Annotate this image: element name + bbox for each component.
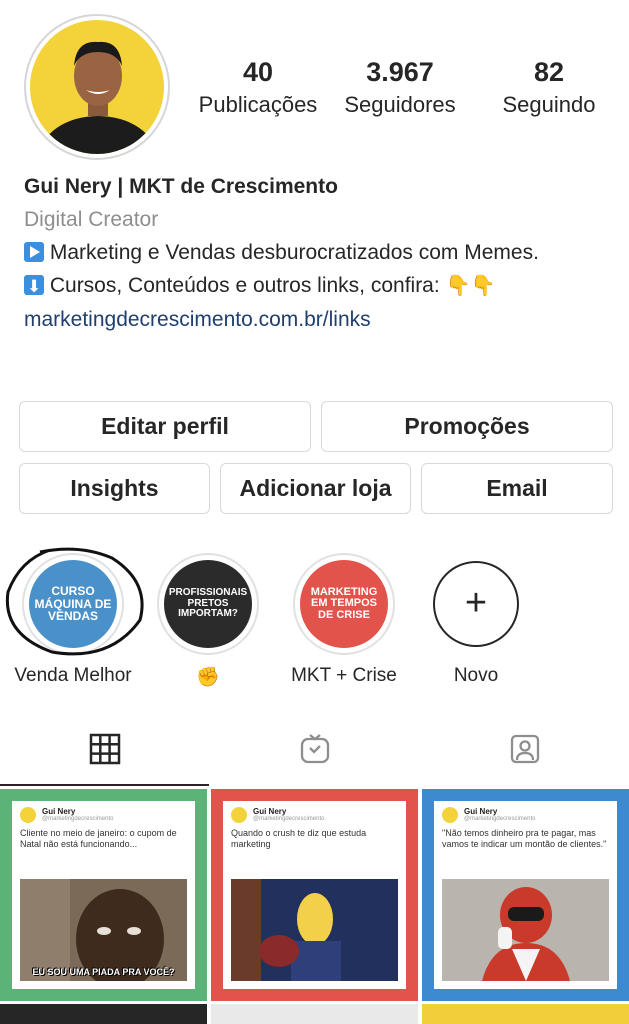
post-thumbnail-partial[interactable] — [422, 1004, 629, 1024]
stat-following-count: 82 — [533, 57, 565, 87]
bio-line-1: Marketing e Vendas desburocratizados com… — [24, 236, 614, 269]
post-thumbnail[interactable]: Gui Nery @marketingdecrescimento Quando … — [211, 789, 418, 1001]
stat-followers[interactable]: 3.967 Seguidores — [326, 56, 474, 120]
highlight-label: ✊ — [196, 667, 220, 688]
profile-avatar[interactable] — [24, 14, 170, 160]
hand-drawn-circle-annotation — [5, 547, 144, 656]
post-handle: @marketingdecrescimento — [253, 816, 325, 822]
person-icon — [40, 41, 156, 154]
profile-link[interactable]: marketingdecrescimento.com.br/links — [24, 303, 614, 336]
profile-stats: 40 Publicações 3.967 Seguidores 82 Segui… — [190, 56, 629, 120]
post-text: "Não temos dinheiro pra te pagar, mas va… — [442, 828, 607, 849]
pointing-down-hand-icon: 👇👇 — [445, 275, 496, 297]
meme-face-image — [20, 879, 187, 981]
insights-button[interactable]: Insights — [19, 463, 210, 514]
post-meme-image — [231, 879, 398, 981]
bio-line-2-text: Cursos, Conteúdos e outros links, confir… — [49, 274, 440, 297]
post-meme-image: EU SOU UMA PIADA PRA VOCÊ? — [20, 879, 187, 981]
highlight-new[interactable]: + Novo — [424, 553, 528, 687]
tab-tagged[interactable] — [420, 712, 629, 786]
post-handle: @marketingdecrescimento — [464, 816, 536, 822]
stat-posts[interactable]: 40 Publicações — [190, 56, 326, 120]
tab-igtv[interactable] — [210, 712, 419, 786]
post-card: Gui Nery @marketingdecrescimento "Não te… — [434, 801, 617, 989]
avatar-image — [30, 20, 164, 154]
edit-profile-button[interactable]: Editar perfil — [19, 401, 311, 452]
post-thumbnail-partial[interactable] — [211, 1004, 418, 1024]
cartoon-image — [231, 879, 398, 981]
stat-following-label: Seguindo — [502, 92, 596, 117]
highlight-label: MKT + Crise — [291, 665, 397, 686]
tab-grid[interactable] — [0, 712, 209, 786]
stat-followers-count: 3.967 — [366, 57, 434, 87]
profile-bio: Gui Nery | MKT de Crescimento Digital Cr… — [24, 170, 614, 336]
stat-followers-label: Seguidores — [344, 92, 456, 117]
highlight-label: Novo — [453, 665, 499, 686]
highlight-mkt-crise[interactable]: MARKETING EM TEMPOS DE CRISE MKT + Crise — [282, 553, 406, 687]
highlight-cover: MARKETING EM TEMPOS DE CRISE — [293, 553, 395, 655]
add-shop-button[interactable]: Adicionar loja — [220, 463, 411, 514]
bio-line-1-text: Marketing e Vendas desburocratizados com… — [49, 241, 539, 264]
profile-tabs — [0, 712, 629, 786]
promotions-button[interactable]: Promoções — [321, 401, 613, 452]
stat-posts-label: Publicações — [198, 92, 318, 117]
post-thumbnail-partial[interactable] — [0, 1004, 207, 1024]
highlight-profissionais[interactable]: PROFISSIONAIS PRETOS IMPORTAM? ✊ — [156, 553, 260, 689]
post-thumbnail[interactable]: Gui Nery @marketingdecrescimento "Não te… — [422, 789, 629, 1001]
active-tab-indicator — [0, 784, 209, 786]
ranger-image — [442, 879, 609, 981]
tagged-icon — [510, 734, 539, 764]
stat-posts-count: 40 — [242, 57, 274, 87]
highlight-cover-text: MARKETING EM TEMPOS DE CRISE — [300, 560, 388, 648]
post-author: Gui Nery — [253, 807, 287, 816]
new-highlight-circle: + — [425, 561, 527, 663]
post-avatar — [20, 807, 36, 823]
post-card-header: Gui Nery @marketingdecrescimento — [223, 801, 406, 823]
highlight-cover-text: PROFISSIONAIS PRETOS IMPORTAM? — [164, 560, 252, 648]
highlight-label: Venda Melhor — [14, 665, 132, 686]
play-button-icon — [24, 242, 44, 262]
post-card-header: Gui Nery @marketingdecrescimento — [12, 801, 195, 823]
post-author: Gui Nery — [464, 807, 498, 816]
post-thumbnail[interactable]: Gui Nery @marketingdecrescimento Cliente… — [0, 789, 207, 1001]
meme-caption: EU SOU UMA PIADA PRA VOCÊ? — [32, 967, 175, 977]
plus-icon: + — [433, 561, 519, 647]
post-text: Cliente no meio de janeiro: o cupom de N… — [20, 828, 177, 849]
post-text: Quando o crush te diz que estuda marketi… — [231, 828, 367, 849]
profile-name: Gui Nery | MKT de Crescimento — [24, 175, 338, 198]
grid-icon — [89, 733, 120, 765]
igtv-icon — [300, 734, 329, 764]
post-handle: @marketingdecrescimento — [42, 816, 114, 822]
bio-line-2: Cursos, Conteúdos e outros links, confir… — [24, 269, 614, 303]
profile-category: Digital Creator — [24, 208, 159, 231]
stat-following[interactable]: 82 Seguindo — [474, 56, 624, 120]
email-button[interactable]: Email — [421, 463, 613, 514]
post-card-header: Gui Nery @marketingdecrescimento — [434, 801, 617, 823]
post-avatar — [442, 807, 458, 823]
down-arrow-icon — [24, 270, 44, 303]
highlight-cover: PROFISSIONAIS PRETOS IMPORTAM? — [157, 553, 259, 655]
post-meme-image — [442, 879, 609, 981]
post-card: Gui Nery @marketingdecrescimento Quando … — [223, 801, 406, 989]
post-avatar — [231, 807, 247, 823]
post-card: Gui Nery @marketingdecrescimento Cliente… — [12, 801, 195, 989]
post-author: Gui Nery — [42, 807, 76, 816]
